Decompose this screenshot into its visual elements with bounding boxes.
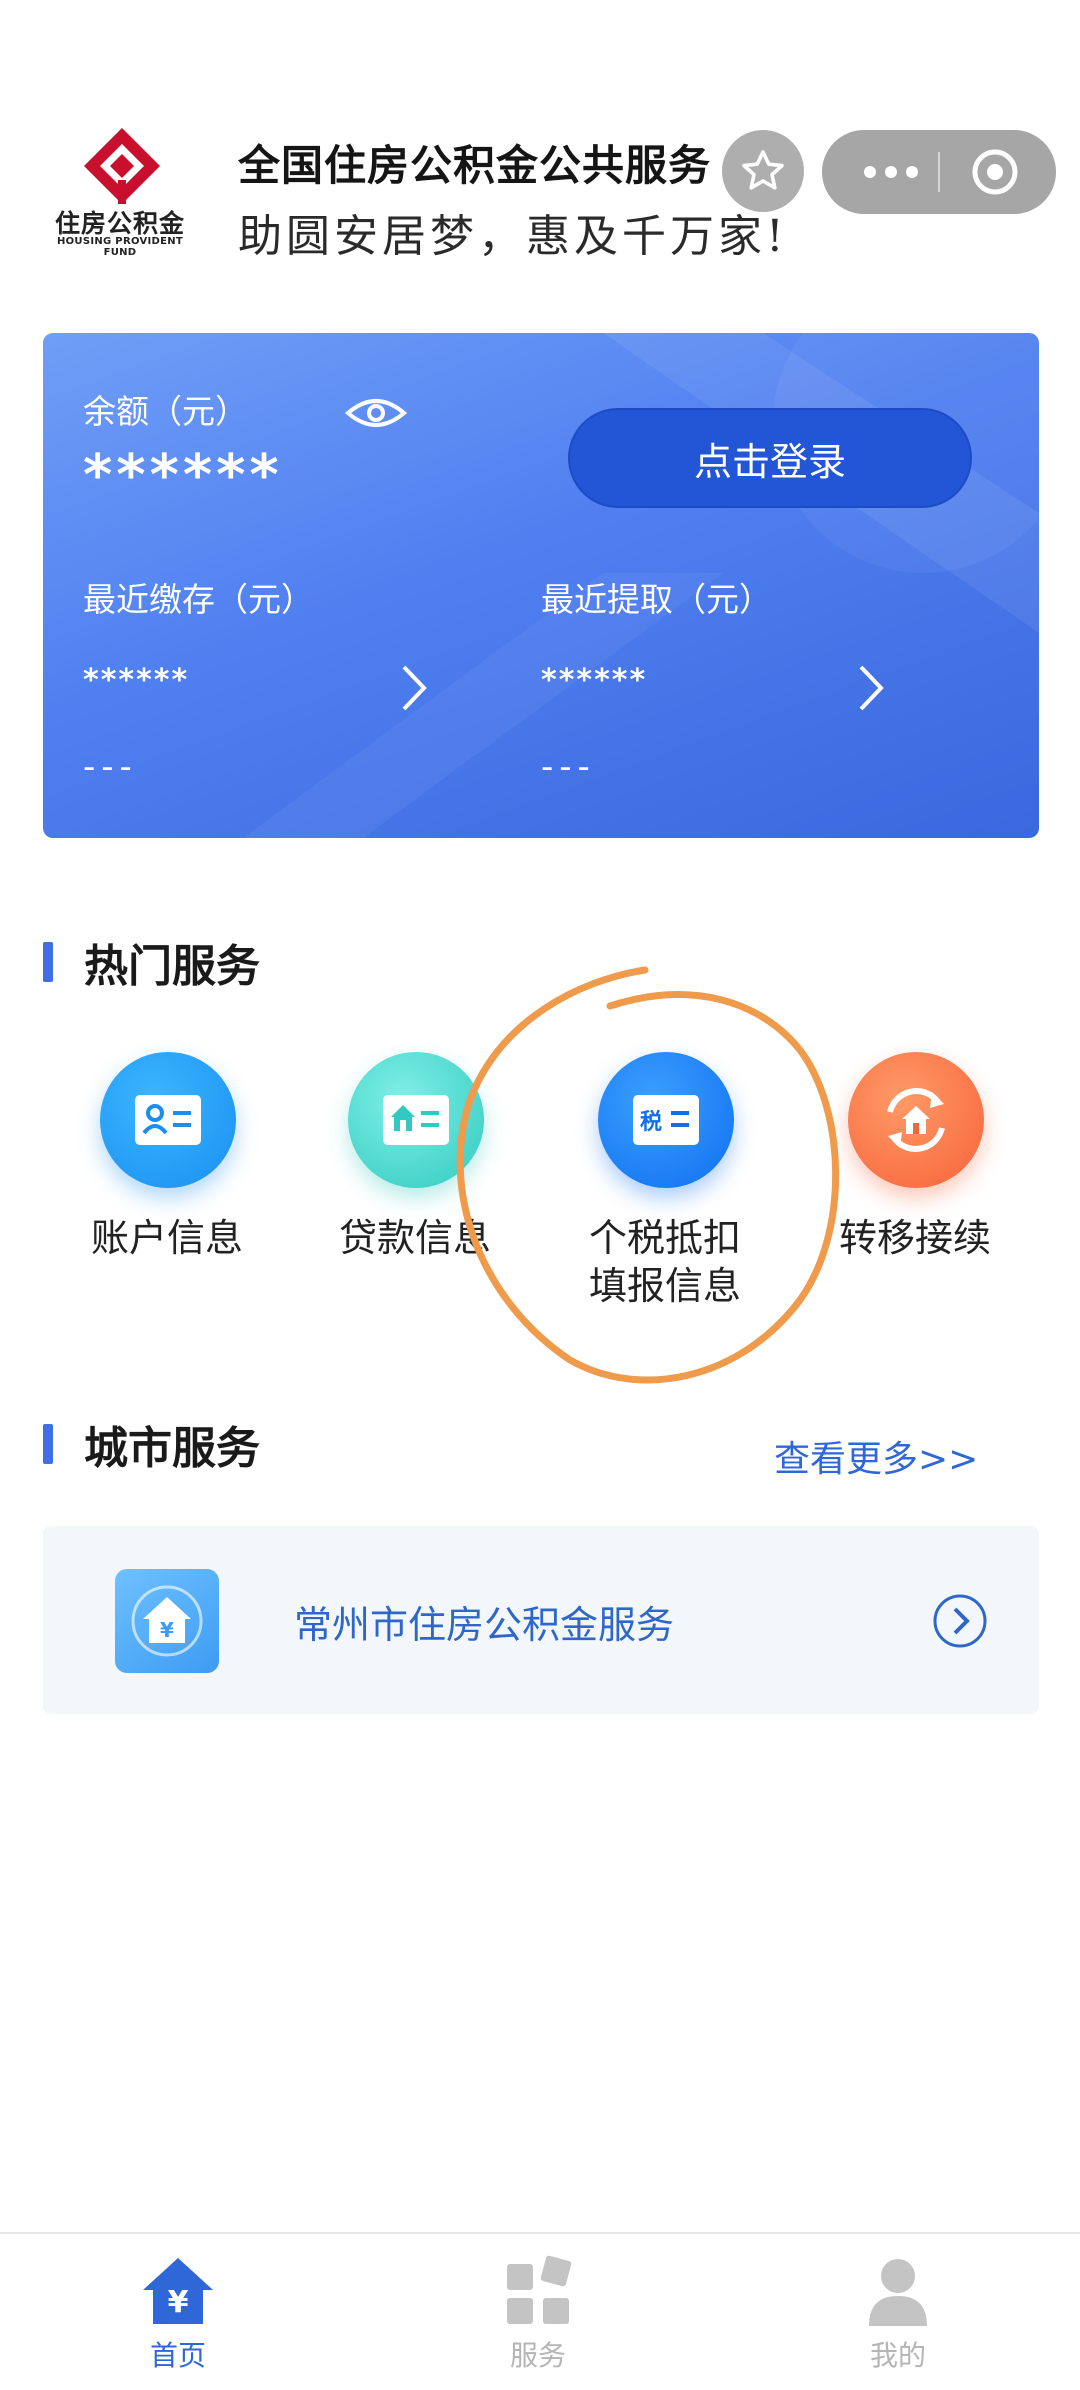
tab-mine[interactable]: 我的 [798,2254,998,2384]
mini-program-capsule [822,130,1056,214]
balance-label: 余额（元） [83,392,248,431]
service-loan-info[interactable]: 贷款信息 [300,1052,530,1332]
chevron-right-circle-icon [933,1594,987,1648]
tab-label: 服务 [509,2339,566,2372]
recent-deposit-date: --- [83,747,138,787]
city-services-accent-bar [43,1424,53,1464]
city-service-item[interactable]: ¥ 常州市住房公积金服务 [43,1526,1039,1714]
tax-card-icon: 税 [633,1095,699,1145]
city-services-title: 城市服务 [84,1423,260,1474]
eye-icon[interactable] [345,393,407,433]
svg-text:¥: ¥ [168,2285,189,2320]
more-button[interactable] [850,130,932,214]
recent-withdraw-date: --- [541,747,596,787]
logo-diamond-icon [84,128,160,204]
capsule-divider [938,152,940,192]
bottom-tab-bar: ¥ 首页 服务 我的 [0,2232,1080,2390]
service-label: 转移接续 [838,1216,991,1260]
recent-deposit-value: ****** [83,663,190,698]
housing-fund-logo: 住房公积金 HOUSING PROVIDENT FUND [40,120,200,258]
logo-chinese-text: 住房公积金 [54,209,185,238]
service-label: 个税抵扣 填报信息 [588,1216,741,1308]
balance-value: ****** [83,443,283,508]
transfer-house-icon [887,1088,945,1152]
home-icon: ¥ [143,2258,213,2324]
favorite-button[interactable] [722,130,804,212]
login-button[interactable]: 点击登录 [568,408,972,508]
service-transfer[interactable]: 转移接续 [800,1052,1030,1332]
loan-house-icon [383,1095,449,1145]
service-grid-icon [507,2255,572,2324]
favorite-star-icon [742,150,784,190]
logo-english-text: HOUSING PROVIDENT FUND [56,236,184,258]
deposit-chevron-right-icon[interactable] [398,663,428,713]
account-card-icon [135,1095,201,1145]
service-label: 账户信息 [90,1216,243,1260]
service-label: 贷款信息 [338,1216,491,1260]
tab-home[interactable]: ¥ 首页 [78,2254,278,2384]
page-title: 全国住房公积金公共服务 [238,141,712,190]
page-slogan: 助圆安居梦，惠及千万家! [238,211,788,262]
account-card: 余额（元） ****** 点击登录 最近缴存（元） 最近提取（元） ******… [43,333,1039,838]
user-profile-icon [869,2259,927,2326]
svg-text:¥: ¥ [160,1618,174,1642]
recent-deposit-label: 最近缴存（元） [83,580,314,619]
close-mini-program-icon[interactable] [970,147,1020,197]
recent-withdraw-value: ****** [541,663,648,698]
more-dots-icon [864,166,876,178]
service-account-info[interactable]: 账户信息 [52,1052,282,1332]
tab-service[interactable]: 服务 [438,2254,638,2384]
recent-withdraw-label: 最近提取（元） [541,580,772,619]
city-service-name: 常州市住房公积金服务 [294,1603,675,1647]
tab-label: 首页 [149,2339,206,2372]
view-more-link[interactable]: 查看更多>> [774,1430,978,1482]
city-fund-icon: ¥ [115,1569,219,1673]
tab-label: 我的 [869,2339,926,2372]
svg-text:税: 税 [640,1109,662,1135]
hot-services-title: 热门服务 [84,941,260,992]
hot-services-accent-bar [43,942,53,982]
service-tax-deduction[interactable]: 税 个税抵扣 填报信息 [550,1052,780,1332]
header: 住房公积金 HOUSING PROVIDENT FUND 全国住房公积金公共服务… [0,0,1080,300]
withdraw-chevron-right-icon[interactable] [855,663,885,713]
